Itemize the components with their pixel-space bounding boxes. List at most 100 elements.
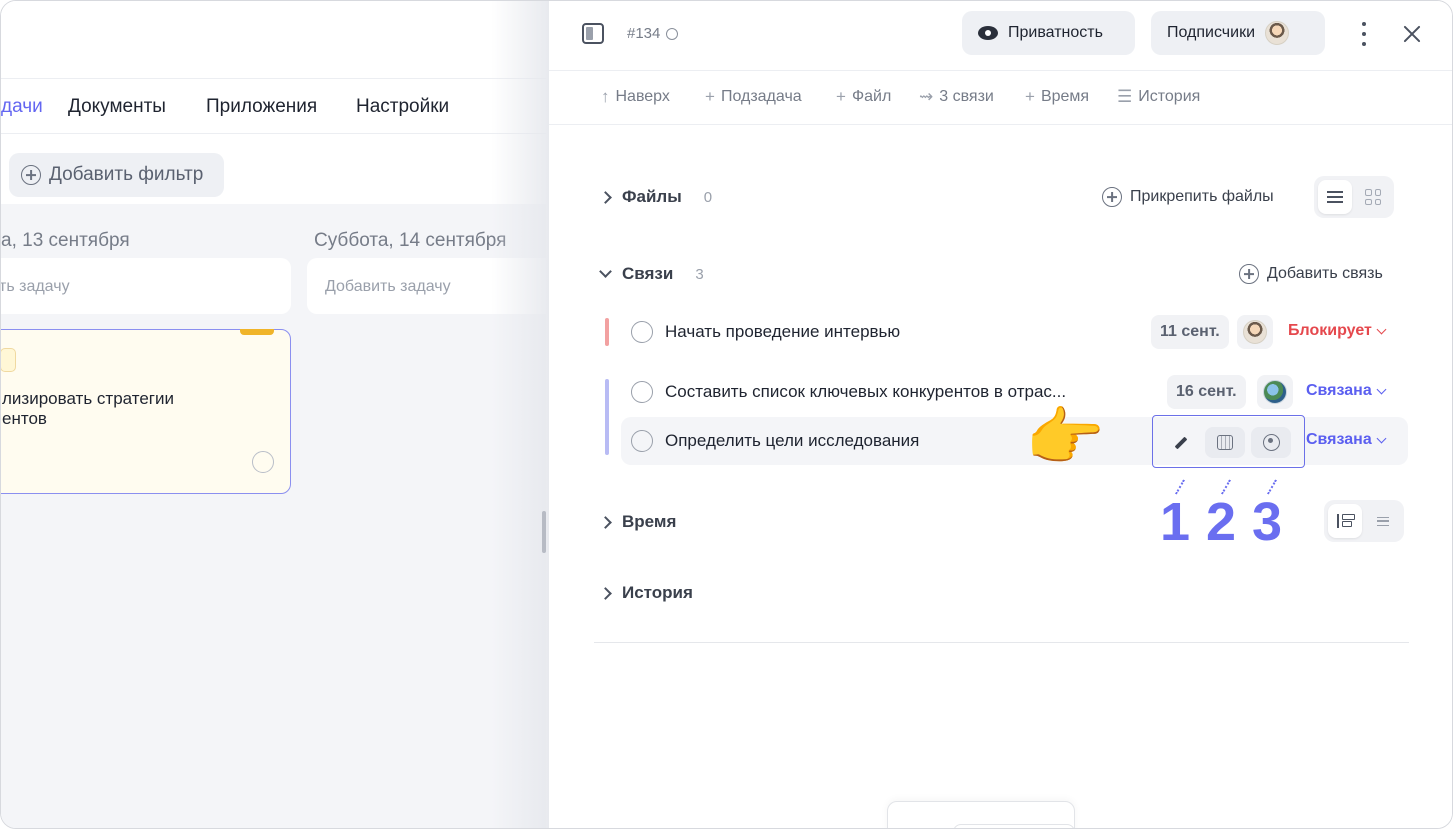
tab-tasks[interactable]: дачи: [1, 96, 43, 118]
task-toolbar: ↑ Наверх + Подзадача + Файл ⇝ 3 связи + …: [549, 71, 1452, 125]
eye-icon: [978, 26, 998, 40]
grid-icon: [1365, 189, 1381, 205]
task-id[interactable]: #134: [627, 25, 681, 42]
chevron-right-icon: [599, 586, 612, 600]
plus-circle-icon: [21, 165, 41, 185]
links-label: Связи: [622, 264, 674, 283]
toolbar-up-label: Наверх: [615, 88, 670, 105]
link-icon[interactable]: [663, 25, 681, 42]
arrow-up-icon: ↑: [601, 87, 610, 106]
related-indicator: [605, 379, 609, 455]
plus-icon: +: [836, 87, 846, 106]
timeline-view-button[interactable]: [1328, 504, 1362, 538]
day-title-fri: а, 13 сентября: [1, 230, 130, 251]
due-date-chip[interactable]: 16 сент.: [1167, 375, 1246, 409]
calendar-view: дачи Документы Приложения Настройки Доба…: [0, 1, 557, 828]
user-icon: [1262, 434, 1280, 451]
history-section-header[interactable]: История: [599, 583, 693, 603]
files-label: Файлы: [622, 187, 682, 206]
link-type-dropdown[interactable]: Блокирует: [1288, 322, 1387, 340]
subscribers-button[interactable]: Подписчики: [1151, 11, 1325, 55]
history-label: История: [622, 583, 693, 602]
callout-number: 1: [1160, 492, 1191, 552]
link-type-dropdown[interactable]: Связана: [1306, 382, 1387, 400]
chevron-down-icon: [1376, 433, 1387, 443]
toolbar-subtask-label: Подзадача: [720, 88, 802, 105]
privacy-button[interactable]: Приватность: [962, 11, 1135, 55]
task-complete-checkbox[interactable]: [252, 451, 274, 473]
task-id-text: #134: [627, 25, 661, 42]
time-section-header[interactable]: Время: [599, 512, 677, 532]
list-view-button[interactable]: [1318, 180, 1352, 214]
files-count: 0: [703, 188, 713, 206]
link-title: Начать проведение интервью: [665, 322, 901, 341]
link-type-label: Связана: [1306, 382, 1372, 399]
assign-button[interactable]: [1251, 427, 1291, 458]
plus-circle-icon: [1102, 187, 1122, 207]
due-date-chip[interactable]: 11 сент.: [1151, 315, 1229, 349]
plus-circle-icon: [1239, 264, 1259, 284]
links-section-header[interactable]: Связи 3: [599, 264, 704, 284]
task-card[interactable]: лизировать стратегии ентов: [1, 329, 291, 494]
time-label: Время: [622, 512, 677, 531]
toolbar-links-button[interactable]: ⇝ 3 связи: [919, 87, 994, 107]
toolbar-history-label: История: [1138, 88, 1201, 105]
resize-handle[interactable]: [542, 511, 546, 553]
tab-documents[interactable]: Документы: [68, 96, 166, 118]
tab-apps[interactable]: Приложения: [206, 96, 317, 118]
toolbar-history-button[interactable]: ☰ История: [1117, 87, 1200, 107]
edit-button[interactable]: [1161, 427, 1201, 458]
toolbar-time-button[interactable]: + Время: [1025, 87, 1089, 107]
tab-settings[interactable]: Настройки: [356, 96, 449, 118]
panel-shadow: [491, 1, 551, 828]
panel-header: #134 Приватность Подписчики: [549, 1, 1452, 71]
assignee-avatar: [1263, 380, 1287, 404]
grid-view-button[interactable]: [1356, 180, 1390, 214]
pointing-hand-icon: 👉: [1025, 401, 1105, 473]
toolbar-time-label: Время: [1040, 88, 1090, 105]
add-task-label: Добавить задачу: [325, 278, 451, 295]
task-detail-panel: #134 Приватность Подписчики ↑ Наверх + П…: [549, 1, 1452, 828]
list-icon: [1327, 191, 1343, 203]
history-icon: ☰: [1117, 87, 1133, 106]
assignee-chip[interactable]: [1257, 375, 1293, 409]
day-title-sat: Суббота, 14 сентября: [314, 230, 507, 251]
time-view-toggle: [1324, 500, 1404, 542]
task-checkbox[interactable]: [631, 430, 653, 452]
task-card-title: лизировать стратегии ентов: [2, 389, 174, 428]
link-title: Определить цели исследования: [665, 431, 920, 450]
close-icon[interactable]: [1401, 23, 1423, 45]
more-options-icon[interactable]: [1359, 22, 1369, 46]
left-nav-tabs: дачи Документы Приложения Настройки: [1, 79, 546, 134]
task-checkbox[interactable]: [631, 381, 653, 403]
sidebar-toggle-icon[interactable]: [582, 23, 604, 44]
plus-icon: +: [705, 87, 715, 106]
add-link-label: Добавить связь: [1267, 265, 1383, 282]
add-task-label: ть задачу: [0, 278, 70, 295]
toolbar-subtask-button[interactable]: + Подзадача: [705, 87, 802, 107]
task-checkbox[interactable]: [631, 321, 653, 343]
add-link-button[interactable]: Добавить связь: [1239, 264, 1383, 284]
left-top-bar: [1, 1, 546, 79]
set-date-button[interactable]: [1205, 427, 1245, 458]
compact-view-button[interactable]: [1366, 504, 1400, 538]
links-count: 3: [695, 265, 704, 283]
add-filter-button[interactable]: Добавить фильтр: [9, 153, 224, 197]
link-type-label: Связана: [1306, 431, 1372, 448]
timeline-icon: [1337, 514, 1355, 528]
link-title: Составить список ключевых конкурентов в …: [665, 382, 1067, 401]
attach-files-label: Прикрепить файлы: [1130, 188, 1274, 205]
chevron-right-icon: [599, 515, 612, 529]
subscribers-label: Подписчики: [1167, 24, 1256, 41]
add-task-input-fri[interactable]: ть задачу: [0, 258, 291, 314]
chevron-down-icon: [1376, 384, 1387, 394]
assignee-chip[interactable]: [1237, 315, 1273, 349]
attach-files-button[interactable]: Прикрепить файлы: [1102, 187, 1274, 207]
link-type-dropdown[interactable]: Связана: [1306, 431, 1387, 449]
files-section-header[interactable]: Файлы 0: [599, 187, 713, 207]
chevron-right-icon: [599, 190, 612, 204]
toolbar-file-button[interactable]: + Файл: [836, 87, 891, 107]
toolbar-up-button[interactable]: ↑ Наверх: [601, 87, 670, 107]
assignee-avatar: [1243, 320, 1267, 344]
plus-icon: +: [1025, 87, 1035, 106]
